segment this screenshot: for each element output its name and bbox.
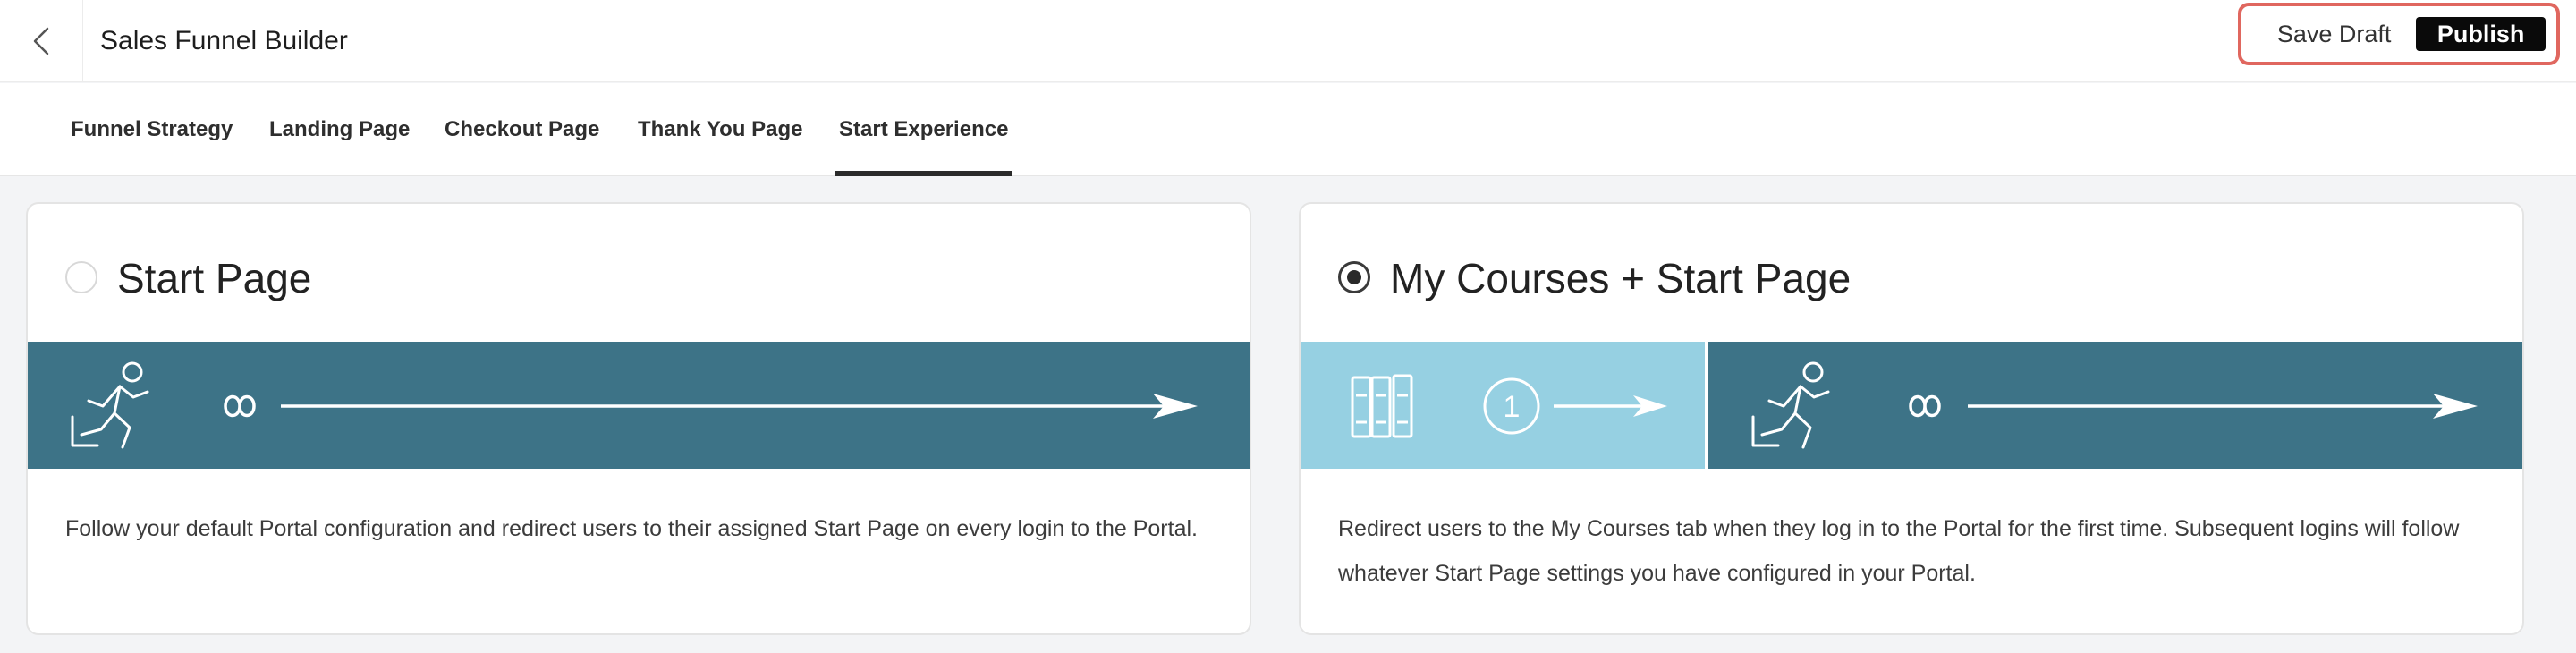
tab-landing-page[interactable]: Landing Page [269, 83, 410, 176]
tab-start-experience[interactable]: Start Experience [835, 83, 1013, 176]
arrow-right-icon [1968, 394, 2478, 419]
start-page-illustration [28, 342, 1250, 469]
running-person-icon [1751, 361, 1830, 449]
my-courses-radio[interactable] [1338, 261, 1370, 293]
start-page-radio[interactable] [65, 261, 97, 293]
card-header: My Courses + Start Page [1301, 204, 2522, 342]
start-page-option-card[interactable]: Start Page Follow your default Portal co… [26, 202, 1251, 635]
infinity-icon [224, 394, 256, 418]
top-bar: Sales Funnel Builder Save Draft Publish [0, 0, 2576, 82]
card-description: Redirect users to the My Courses tab whe… [1338, 516, 2460, 586]
header-actions: Save Draft Publish [2238, 3, 2560, 65]
arrow-right-icon [1554, 395, 1667, 417]
chevron-left-icon [33, 27, 49, 55]
card-title: My Courses + Start Page [1390, 255, 1852, 301]
card-title: Start Page [117, 255, 312, 301]
tab-checkout-page[interactable]: Checkout Page [445, 83, 599, 176]
number-one-circle-icon: 1 [1483, 377, 1540, 435]
publish-button[interactable]: Publish [2416, 17, 2546, 51]
tab-bar: Funnel Strategy Landing Page Checkout Pa… [0, 83, 2576, 176]
infinity-icon [1909, 394, 1941, 418]
arrow-right-icon [281, 394, 1198, 419]
running-person-icon [71, 361, 149, 449]
page-title: Sales Funnel Builder [100, 26, 348, 55]
my-courses-start-page-option-card[interactable]: My Courses + Start Page 1 Redirect users… [1299, 202, 2524, 635]
tab-thank-you-page[interactable]: Thank You Page [638, 83, 803, 176]
card-header: Start Page [28, 204, 1250, 342]
tab-funnel-strategy[interactable]: Funnel Strategy [71, 83, 233, 176]
back-button[interactable] [0, 0, 83, 82]
first-login-count: 1 [1504, 390, 1521, 424]
save-draft-button[interactable]: Save Draft [2252, 17, 2417, 51]
subsequent-login-illustration [1708, 342, 2522, 469]
first-login-illustration: 1 [1301, 342, 1705, 469]
card-description: Follow your default Portal configuration… [65, 516, 1198, 541]
books-icon [1351, 374, 1413, 438]
